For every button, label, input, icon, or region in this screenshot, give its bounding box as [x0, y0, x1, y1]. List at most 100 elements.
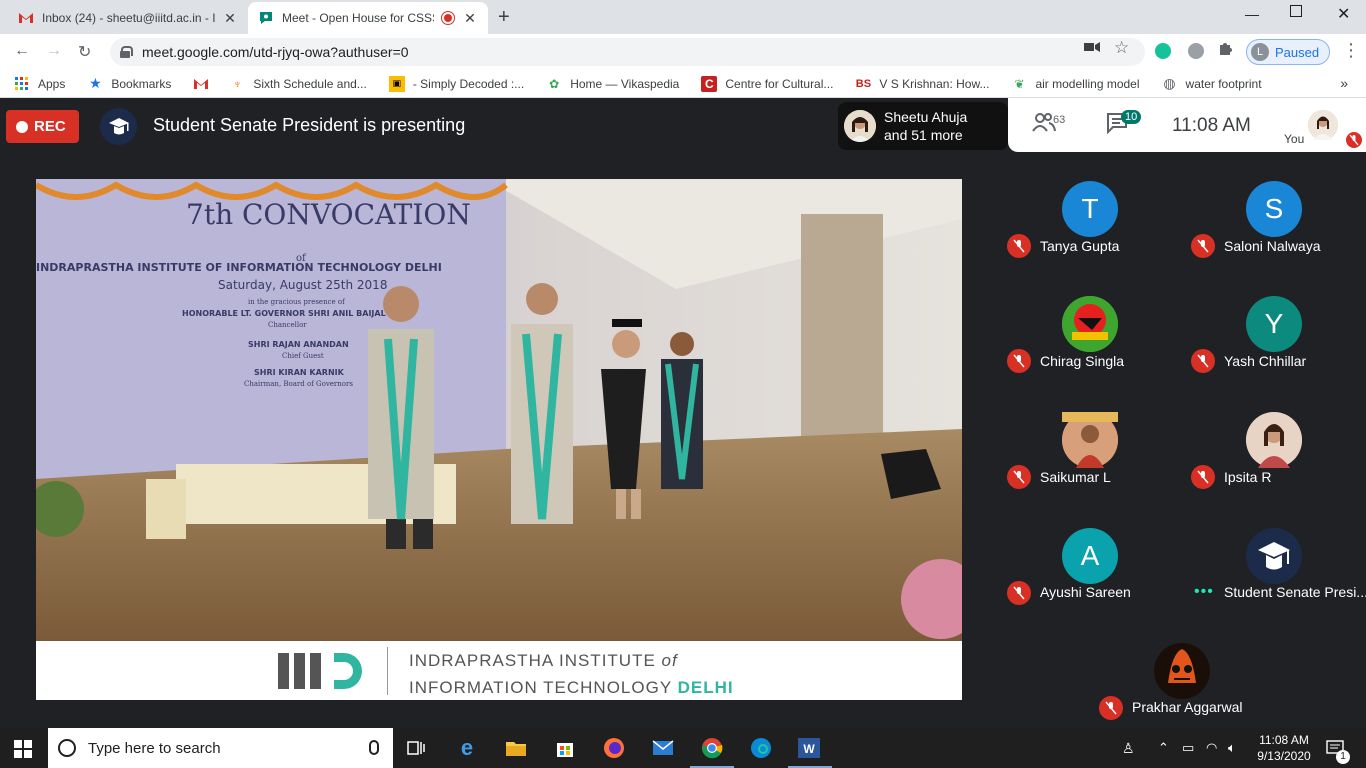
banner-guest-2: SHRI RAJAN ANANDAN: [248, 340, 349, 349]
extension-circle-icon[interactable]: [1188, 43, 1204, 59]
profile-avatar: L: [1251, 43, 1269, 61]
participant-avatar[interactable]: S: [1246, 181, 1302, 237]
participant-avatar[interactable]: A: [1062, 528, 1118, 584]
minimize-icon[interactable]: —: [1245, 6, 1259, 22]
participant-name: Prakhar Aggarwal: [1132, 699, 1243, 715]
new-tab-icon[interactable]: +: [498, 6, 510, 29]
bookmark-apps[interactable]: Apps: [14, 76, 65, 92]
institute-name-line-1: INDRAPRASTHA INSTITUTE of: [409, 651, 678, 670]
bookmark-label: Centre for Cultural...: [725, 76, 834, 91]
reload-icon[interactable]: ↻: [78, 42, 91, 62]
system-clock[interactable]: 11:08 AM 9/13/2020: [1252, 732, 1316, 764]
convocation-video-frame: 7th CONVOCATION of INDRAPRASTHA INSTITUT…: [36, 179, 962, 641]
people-icon[interactable]: ♙: [1122, 740, 1135, 757]
muted-mic-icon: [1191, 465, 1215, 489]
bookmark-sixth-schedule[interactable]: ♆ Sixth Schedule and...: [229, 76, 367, 92]
participants-count: 63: [1053, 114, 1066, 126]
participant-avatar-photo[interactable]: [1154, 643, 1210, 699]
participant-name: Ayushi Sareen: [1040, 584, 1131, 600]
vikaspedia-icon: ✿: [549, 76, 560, 91]
bookmark-ccrt[interactable]: C Centre for Cultural...: [701, 75, 834, 92]
self-avatar[interactable]: [1308, 110, 1338, 140]
bookmark-gmail[interactable]: [193, 76, 217, 92]
participant-avatar-photo[interactable]: [1062, 412, 1118, 468]
firefox-icon[interactable]: [602, 736, 626, 760]
back-icon[interactable]: ←: [14, 42, 30, 60]
iiitd-logo-d: [334, 653, 362, 689]
bookmark-label: - Simply Decoded :...: [412, 76, 525, 91]
bookmark-label: air modelling model: [1035, 76, 1140, 91]
grammarly-icon[interactable]: [1155, 43, 1171, 59]
camera-icon[interactable]: [1084, 40, 1100, 56]
bookmark-air-modelling[interactable]: ❦ air modelling model: [1011, 76, 1139, 92]
record-dot-icon: [16, 120, 28, 133]
meet-topbar: REC Student Senate President is presenti…: [0, 98, 1366, 152]
bookmark-star-icon[interactable]: ☆: [1114, 38, 1129, 58]
banner-guest-2-role: Chief Guest: [282, 352, 324, 360]
banner-title-1: 7th CONVOCATION: [186, 198, 471, 231]
taskbar-search[interactable]: Type here to search: [48, 728, 393, 768]
battery-icon[interactable]: ▭: [1182, 740, 1194, 756]
bookmark-bookmarks[interactable]: ★ Bookmarks: [87, 75, 172, 92]
globe-icon: ◍: [1163, 75, 1176, 91]
muted-mic-icon: [1007, 349, 1031, 373]
ccrt-icon: C: [701, 75, 718, 92]
wifi-icon[interactable]: ◠: [1206, 740, 1217, 756]
participant-name: Yash Chhillar: [1224, 353, 1307, 369]
show-hidden-icons[interactable]: ⌃: [1158, 740, 1169, 756]
shared-presentation[interactable]: 7th CONVOCATION of INDRAPRASTHA INSTITUT…: [36, 179, 962, 700]
chrome-icon[interactable]: [700, 736, 724, 760]
participant-avatar[interactable]: T: [1062, 181, 1118, 237]
participant-name: Student Senate Presi...: [1224, 584, 1366, 600]
participant-name: Saikumar L: [1040, 469, 1111, 485]
windows-start-icon[interactable]: [14, 740, 32, 758]
more-bookmarks-icon[interactable]: »: [1340, 75, 1348, 91]
store-icon[interactable]: [553, 736, 577, 760]
tab-gmail[interactable]: Inbox (24) - sheetu@iiitd.ac.in - I ✕: [8, 2, 248, 34]
bookmark-vikaspedia[interactable]: ✿ Home — Vikaspedia: [546, 76, 679, 92]
profile-button[interactable]: L Paused: [1246, 39, 1330, 65]
tab-meet[interactable]: Meet - Open House for CSSS ✕: [248, 2, 488, 34]
bookmark-water-footprint[interactable]: ◍ water footprint: [1162, 75, 1261, 92]
participant-avatar[interactable]: Y: [1246, 296, 1302, 352]
edge-icon[interactable]: [749, 736, 773, 760]
address-bar[interactable]: meet.google.com/utd-rjyq-owa?authuser=0: [110, 38, 1145, 66]
plant-icon: ❦: [1014, 76, 1025, 91]
close-tab-icon[interactable]: ✕: [462, 10, 478, 27]
banner-guest-1: HONORABLE LT. GOVERNOR SHRI ANIL BAIJAL: [182, 309, 386, 318]
mail-icon[interactable]: [651, 736, 675, 760]
close-window-icon[interactable]: ✕: [1337, 4, 1350, 24]
microphone-icon[interactable]: [369, 740, 379, 755]
close-tab-icon[interactable]: ✕: [222, 10, 238, 27]
forward-icon[interactable]: →: [46, 42, 62, 60]
tab-title: Meet - Open House for CSSS: [282, 11, 434, 25]
menu-kebab-icon[interactable]: ⋮: [1342, 40, 1360, 61]
bookmark-simply-decoded[interactable]: ▣ - Simply Decoded :...: [388, 75, 525, 92]
people-in-meeting-card[interactable]: Sheetu Ahuja and 51 more: [838, 102, 1008, 150]
volume-icon[interactable]: 🔈︎: [1228, 740, 1236, 756]
institute-name-line-2: INFORMATION TECHNOLOGY DELHI: [409, 678, 734, 697]
search-icon: [58, 739, 76, 757]
participant-avatar-photo[interactable]: [1062, 296, 1118, 352]
search-placeholder: Type here to search: [88, 739, 221, 757]
edge-legacy-icon[interactable]: e: [455, 735, 479, 760]
footer-divider: [387, 647, 388, 695]
bookmark-vs-krishnan[interactable]: BS V S Krishnan: How...: [855, 76, 990, 92]
participant-avatar-photo[interactable]: [1246, 528, 1302, 584]
bookmark-label: Apps: [38, 76, 66, 91]
participant-grid: [998, 152, 1366, 612]
apps-grid-icon: [14, 76, 30, 92]
bookmark-label: Bookmarks: [111, 76, 172, 91]
participant-avatar-photo[interactable]: [1246, 412, 1302, 468]
lock-icon: [120, 46, 133, 58]
file-explorer-icon[interactable]: [504, 736, 528, 760]
bs-icon: BS: [855, 77, 872, 90]
scale-icon: ♆: [232, 76, 242, 91]
maximize-icon[interactable]: [1290, 5, 1302, 17]
rec-label: REC: [34, 118, 66, 135]
extensions-puzzle-icon[interactable]: [1218, 41, 1234, 60]
word-icon[interactable]: W: [797, 736, 821, 760]
recording-badge: REC: [6, 110, 79, 143]
task-view-icon[interactable]: [404, 736, 428, 760]
participant-name: Saloni Nalwaya: [1224, 238, 1321, 254]
